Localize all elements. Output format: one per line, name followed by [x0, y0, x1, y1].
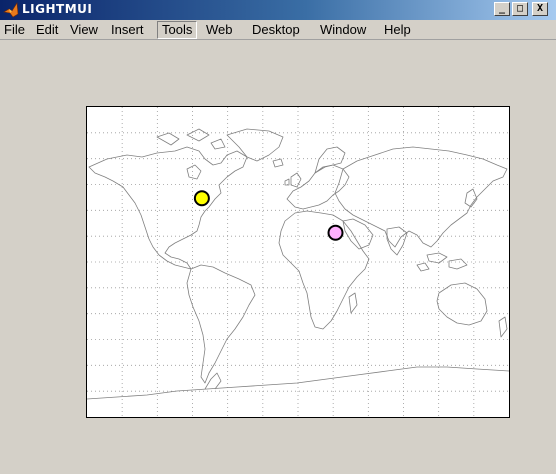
minimize-button[interactable]: _ [494, 2, 510, 16]
menu-bar: File Edit View Insert Tools Web Desktop … [0, 20, 556, 40]
menu-edit[interactable]: Edit [36, 22, 58, 38]
light-markers [193, 190, 344, 241]
menu-file[interactable]: File [4, 22, 25, 38]
close-button[interactable]: X [532, 2, 548, 16]
magenta-light-marker[interactable] [327, 224, 344, 241]
south-america-outline [186, 264, 256, 384]
iceland-outline [272, 158, 284, 168]
antarctic-peninsula [204, 372, 222, 390]
map-axes[interactable] [86, 106, 510, 418]
window-title: LIGHTMUI [22, 2, 93, 16]
africa-outline [278, 210, 370, 330]
canadian-islands [156, 128, 226, 150]
yellow-light-marker[interactable] [193, 190, 210, 207]
graticule-grid [87, 107, 509, 417]
menu-window[interactable]: Window [320, 22, 366, 38]
india-outline [386, 226, 408, 256]
world-map [87, 107, 509, 417]
title-bar: LIGHTMUI _ □ X [0, 0, 556, 20]
menu-tools[interactable]: Tools [157, 21, 198, 39]
menu-help[interactable]: Help [384, 22, 411, 38]
japan-outline [464, 188, 478, 208]
asia-outline [334, 146, 508, 248]
hudson-bay-outline [186, 164, 202, 180]
menu-view[interactable]: View [70, 22, 98, 38]
menu-insert[interactable]: Insert [111, 22, 144, 38]
scandinavia-outline [314, 146, 346, 174]
british-isles-outline [284, 172, 302, 188]
greenland-outline [226, 128, 284, 162]
matlab-logo-icon [3, 2, 19, 18]
madagascar-outline [348, 292, 358, 314]
australia-outline [436, 282, 488, 326]
menu-desktop[interactable]: Desktop [252, 22, 300, 38]
new-zealand-outline [498, 316, 508, 338]
north-america-outline [88, 146, 248, 270]
maximize-button[interactable]: □ [512, 2, 528, 16]
menu-web[interactable]: Web [206, 22, 233, 38]
